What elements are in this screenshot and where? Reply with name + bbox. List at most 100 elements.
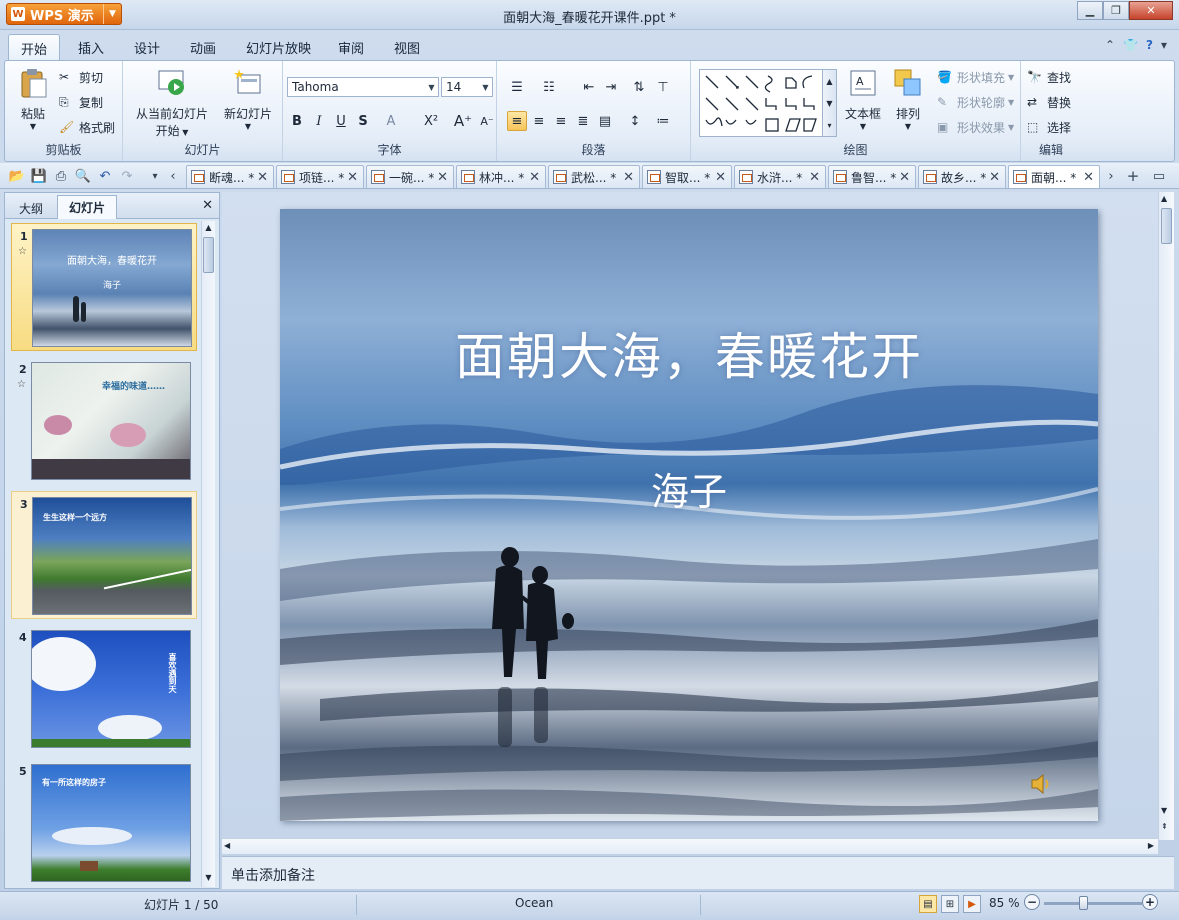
tab-insert[interactable]: 插入: [78, 38, 104, 57]
print-preview-icon[interactable]: 🔍: [74, 167, 92, 185]
shapes-gallery[interactable]: [699, 69, 823, 137]
tab-home[interactable]: 开始: [8, 34, 60, 61]
bold-button[interactable]: B: [287, 111, 307, 131]
slideshow-button[interactable]: ▶: [963, 895, 981, 913]
font-size-select[interactable]: 14 ▼: [441, 77, 493, 97]
close-window-button[interactable]: ✕: [1129, 1, 1173, 20]
slide-horizontal-scrollbar[interactable]: ◀ ▶: [222, 838, 1158, 854]
close-icon[interactable]: ✕: [715, 170, 726, 185]
thumbnails-scrollbar[interactable]: ▲ ▼: [201, 221, 215, 887]
align-left-button[interactable]: ≡: [507, 111, 527, 131]
tab-animation[interactable]: 动画: [190, 38, 216, 57]
doc-tab[interactable]: 智取... * ✕: [642, 165, 732, 188]
align-center-button[interactable]: ≡: [529, 111, 549, 131]
play-from-current-button[interactable]: 从当前幻灯片 开始 ▼: [129, 67, 215, 139]
restore-button[interactable]: ❐: [1103, 1, 1129, 20]
notes-placeholder[interactable]: 单击添加备注: [231, 865, 315, 885]
minimize-button[interactable]: ▁: [1077, 1, 1103, 20]
numbering-button[interactable]: ☷: [539, 77, 559, 97]
cut-button[interactable]: ✂ 剪切: [59, 69, 103, 86]
distribute-button[interactable]: ▤: [595, 111, 615, 131]
scroll-thumb[interactable]: [203, 237, 214, 273]
align-right-button[interactable]: ≡: [551, 111, 571, 131]
current-slide[interactable]: 面朝大海，春暖花开 海子: [280, 209, 1098, 821]
new-tab-icon[interactable]: +: [1124, 167, 1142, 185]
text-direction-button[interactable]: ⇅: [629, 77, 649, 97]
shrink-font-button[interactable]: A⁻: [477, 111, 497, 131]
line-spacing-button[interactable]: ↕: [625, 111, 645, 131]
arrange-button[interactable]: 排列 ▼: [889, 67, 927, 131]
slide-title[interactable]: 面朝大海，春暖花开: [280, 317, 1098, 389]
tab-list-icon[interactable]: ▭: [1150, 167, 1168, 185]
textbox-button[interactable]: A 文本框 ▼: [841, 67, 885, 131]
help-icon[interactable]: ?: [1146, 38, 1153, 52]
close-icon[interactable]: ✕: [257, 170, 268, 185]
collapse-ribbon-icon[interactable]: ⌃: [1105, 38, 1115, 52]
zoom-slider-handle[interactable]: [1079, 896, 1088, 910]
tab-outline[interactable]: 大纲: [9, 197, 53, 219]
shape-effect-button[interactable]: ▣ 形状效果 ▼: [937, 119, 1014, 136]
paste-button[interactable]: 粘贴 ▼: [13, 67, 53, 131]
zoom-out-button[interactable]: −: [1024, 894, 1040, 910]
doc-tab[interactable]: 项链... * ✕: [276, 165, 364, 188]
doc-tab-active[interactable]: 面朝... * ✕: [1008, 165, 1100, 188]
shapes-gallery-scroll[interactable]: ▲ ▼ ▾: [823, 69, 837, 137]
tab-view[interactable]: 视图: [394, 38, 420, 57]
justify-button[interactable]: ≣: [573, 111, 593, 131]
open-icon[interactable]: 📂: [8, 167, 26, 185]
new-slide-button[interactable]: 新幻灯片 ▼: [219, 67, 277, 131]
close-icon[interactable]: ✕: [1083, 170, 1094, 185]
redo-icon[interactable]: ↷: [118, 167, 136, 185]
zoom-in-button[interactable]: +: [1142, 894, 1158, 910]
close-icon[interactable]: ✕: [989, 170, 1000, 185]
replace-button[interactable]: ⇄ 替换: [1027, 94, 1071, 111]
notes-pane[interactable]: 单击添加备注: [222, 856, 1174, 889]
tab-slides[interactable]: 幻灯片: [57, 195, 117, 219]
italic-button[interactable]: I: [309, 111, 329, 131]
slide-thumbnail[interactable]: 3 生生这样一个远方: [11, 491, 197, 619]
align-text-button[interactable]: ⊤: [653, 77, 673, 97]
tab-review[interactable]: 审阅: [338, 38, 364, 57]
tab-design[interactable]: 设计: [134, 38, 160, 57]
doc-tab[interactable]: 一碗... * ✕: [366, 165, 454, 188]
tabs-scroll-right-icon[interactable]: ›: [1102, 167, 1120, 185]
select-button[interactable]: ⬚ 选择: [1027, 119, 1071, 136]
bullets-button[interactable]: ☰: [507, 77, 527, 97]
close-icon[interactable]: ✕: [809, 170, 820, 185]
close-icon[interactable]: ✕: [529, 170, 540, 185]
slide-sorter-button[interactable]: ⊞: [941, 895, 959, 913]
doc-tab[interactable]: 鲁智... * ✕: [828, 165, 916, 188]
shape-fill-button[interactable]: 🪣 形状填充 ▼: [937, 69, 1014, 86]
close-icon[interactable]: ✕: [437, 170, 448, 185]
speaker-icon[interactable]: [1028, 771, 1054, 797]
tab-slideshow[interactable]: 幻灯片放映: [246, 38, 311, 57]
close-icon[interactable]: ✕: [899, 170, 910, 185]
slide-subtitle[interactable]: 海子: [280, 461, 1098, 516]
doc-tab[interactable]: 故乡... * ✕: [918, 165, 1006, 188]
find-button[interactable]: 🔭 查找: [1027, 69, 1071, 86]
close-icon[interactable]: ✕: [202, 198, 213, 213]
previous-slide-icon[interactable]: ⇞: [1161, 822, 1168, 831]
increase-indent-button[interactable]: ⇥: [601, 77, 621, 97]
help-dropdown-icon[interactable]: ▾: [1161, 38, 1167, 52]
copy-button[interactable]: ⎘ 复制: [59, 94, 103, 111]
font-family-select[interactable]: Tahoma ▼: [287, 77, 439, 97]
customize-toolbar-icon[interactable]: ▾: [146, 167, 164, 185]
doc-tab[interactable]: 水浒... * ✕: [734, 165, 826, 188]
undo-icon[interactable]: ↶: [96, 167, 114, 185]
grow-font-button[interactable]: A⁺: [453, 111, 473, 131]
slide-thumbnail[interactable]: 2 ☆ 幸福的味道……: [11, 357, 197, 485]
decrease-indent-button[interactable]: ⇤: [579, 77, 599, 97]
close-icon[interactable]: ✕: [347, 170, 358, 185]
superscript-button[interactable]: X²: [421, 111, 441, 131]
close-icon[interactable]: ✕: [623, 170, 634, 185]
normal-view-button[interactable]: ▤: [919, 895, 937, 913]
scroll-thumb[interactable]: [1161, 208, 1172, 244]
slide-vertical-scrollbar[interactable]: ▲ ▼ ⇞: [1158, 192, 1174, 840]
font-color-button[interactable]: A: [381, 111, 401, 131]
slide-thumbnail[interactable]: 4 喜欢遇到天: [11, 625, 197, 753]
doc-tab[interactable]: 武松... * ✕: [548, 165, 640, 188]
shadow-button[interactable]: S: [353, 111, 373, 131]
doc-tab[interactable]: 断魂... * ✕: [186, 165, 274, 188]
underline-button[interactable]: U: [331, 111, 351, 131]
